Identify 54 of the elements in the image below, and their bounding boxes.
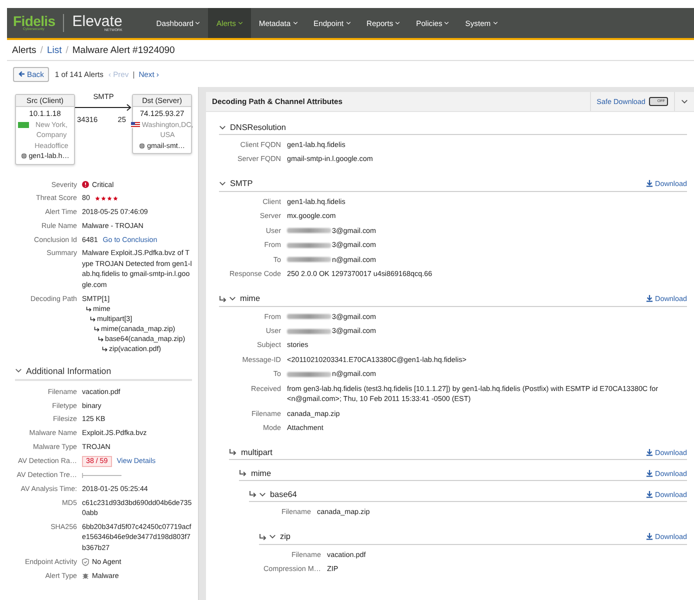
sub-arrow-icon xyxy=(259,534,267,540)
caret-icon xyxy=(492,21,498,25)
breadcrumb-link[interactable]: List xyxy=(46,44,62,56)
us-flag-icon xyxy=(130,122,140,128)
breadcrumb-item: Alerts xyxy=(12,44,36,56)
section-title: SMTP xyxy=(230,179,254,188)
download-icon xyxy=(646,180,654,188)
sub-arrow-icon xyxy=(239,470,247,476)
section-title: multipart xyxy=(241,448,274,457)
product-name: Elevate xyxy=(72,14,122,29)
sub-arrow-icon xyxy=(102,346,108,352)
chevron-down-icon xyxy=(229,296,236,301)
download-icon xyxy=(646,533,654,540)
connection-arrow xyxy=(75,104,132,111)
section-title: zip xyxy=(280,532,292,542)
arrow-left-icon xyxy=(18,71,25,77)
sub-arrow-icon xyxy=(94,326,100,332)
sub-arrow-icon xyxy=(219,296,227,302)
caret-icon xyxy=(395,21,400,25)
logo-text: Fidelis xyxy=(13,14,56,28)
globe-icon xyxy=(139,142,146,148)
section-title: mime xyxy=(251,468,272,478)
caret-icon xyxy=(444,21,450,25)
chevron-down-icon xyxy=(219,124,226,130)
chevron-down-icon xyxy=(259,492,266,497)
caret-icon xyxy=(292,21,298,25)
download-icon xyxy=(646,490,654,498)
trend-bar-drawing xyxy=(82,472,122,478)
chevron-down-icon xyxy=(15,368,22,374)
caret-icon xyxy=(346,21,351,25)
bug-icon xyxy=(82,572,89,580)
sub-arrow-icon xyxy=(90,316,96,322)
globe-icon xyxy=(20,153,27,159)
breadcrumb-separator: / xyxy=(66,44,68,56)
download-icon xyxy=(646,448,654,456)
sub-arrow-icon xyxy=(98,336,104,342)
section-title: base64 xyxy=(270,490,298,499)
download-icon xyxy=(646,470,654,477)
shield-icon xyxy=(82,558,89,566)
collapse-icon[interactable] xyxy=(681,99,688,104)
download-icon xyxy=(646,295,654,302)
sub-arrow-icon xyxy=(249,491,257,498)
caret-icon xyxy=(195,21,200,25)
section-title: mime xyxy=(240,294,262,303)
chevron-down-icon xyxy=(219,181,226,186)
flag-icon xyxy=(18,122,29,128)
section-title: Additional Information xyxy=(26,366,112,376)
breadcrumb-current: Malware Alert #1924090 xyxy=(72,44,175,56)
sub-arrow-icon xyxy=(229,449,237,456)
caret-icon xyxy=(238,21,243,25)
section-title: DNSResolution xyxy=(230,122,287,132)
chevron-down-icon xyxy=(269,534,276,540)
breadcrumb-separator: / xyxy=(40,44,43,56)
sub-arrow-icon xyxy=(86,306,92,312)
